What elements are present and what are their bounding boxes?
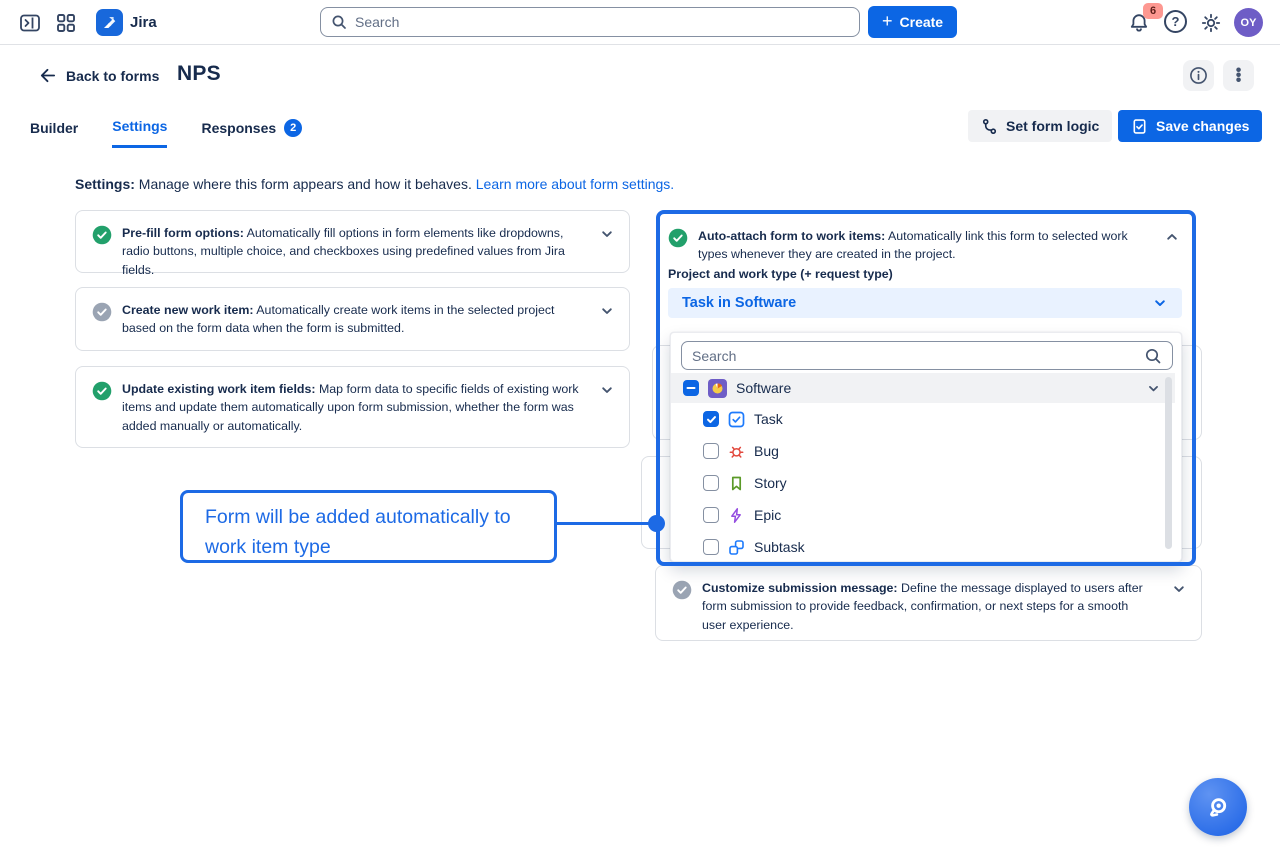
- enabled-check-icon: [668, 228, 688, 248]
- settings-intro: Settings: Manage where this form appears…: [75, 176, 674, 192]
- app-switcher-icon[interactable]: [55, 12, 77, 34]
- search-input[interactable]: [355, 14, 849, 30]
- update-fields-card: Update existing work item fields: Map fo…: [75, 366, 630, 448]
- annotation-callout: Form will be added automatically to work…: [180, 490, 557, 563]
- save-changes-button[interactable]: Save changes: [1118, 110, 1262, 142]
- more-options-button[interactable]: •••: [1223, 60, 1254, 91]
- notification-count-badge: 6: [1143, 3, 1163, 19]
- card-text: Customize submission message: Define the…: [702, 579, 1147, 627]
- worktype-row-story[interactable]: Story: [671, 467, 1175, 499]
- annotation-connector-dot: [648, 515, 665, 532]
- worktype-row-subtask[interactable]: Subtask: [671, 531, 1175, 563]
- worktype-label: Bug: [754, 443, 779, 459]
- chevron-down-icon[interactable]: [1146, 381, 1161, 396]
- project-worktype-label: Project and work type (+ request type): [668, 267, 893, 281]
- card-text: Create new work item: Automatically crea…: [122, 301, 589, 337]
- selected-value: Task in Software: [682, 295, 796, 311]
- tab-settings[interactable]: Settings: [112, 118, 167, 148]
- worktype-label: Task: [754, 411, 783, 427]
- gear-icon[interactable]: [1200, 12, 1222, 34]
- checkbox-unchecked[interactable]: [703, 507, 719, 523]
- project-avatar: [708, 379, 727, 398]
- customize-submission-card: Customize submission message: Define the…: [655, 565, 1202, 641]
- back-label: Back to forms: [66, 68, 159, 84]
- jira-logo[interactable]: [96, 9, 123, 36]
- checkbox-unchecked[interactable]: [703, 475, 719, 491]
- disabled-check-icon: [92, 302, 112, 322]
- back-to-forms-link[interactable]: Back to forms: [38, 66, 159, 85]
- branch-icon: [981, 118, 998, 135]
- help-icon[interactable]: ?: [1164, 10, 1187, 33]
- search-icon: [1144, 347, 1162, 365]
- epic-type-icon: [728, 507, 745, 524]
- rovo-chat-button[interactable]: [1189, 778, 1247, 836]
- dropdown-search[interactable]: [681, 341, 1173, 370]
- top-navigation-bar: Jira + Create 6 ? OY: [0, 0, 1280, 45]
- create-work-item-card: Create new work item: Automatically crea…: [75, 287, 630, 351]
- chevron-down-icon[interactable]: [599, 303, 615, 337]
- chevron-down-icon: [1152, 295, 1168, 311]
- annotation-connector-line: [557, 522, 656, 525]
- enabled-check-icon: [92, 225, 112, 245]
- info-button[interactable]: [1183, 60, 1214, 91]
- chevron-down-icon[interactable]: [599, 226, 615, 259]
- worktype-select[interactable]: Task in Software: [668, 288, 1182, 318]
- create-button[interactable]: + Create: [868, 6, 957, 38]
- dropdown-scrollbar[interactable]: [1165, 377, 1172, 549]
- save-document-icon: [1131, 118, 1148, 135]
- back-arrow-icon: [38, 66, 57, 85]
- search-icon: [331, 14, 347, 30]
- story-type-icon: [728, 475, 745, 492]
- project-name: Software: [736, 380, 791, 396]
- tab-builder[interactable]: Builder: [30, 118, 78, 148]
- card-text: Pre-fill form options: Automatically fil…: [122, 224, 589, 259]
- tab-responses[interactable]: Responses 2: [201, 118, 302, 148]
- learn-more-link[interactable]: Learn more about form settings.: [476, 176, 674, 192]
- chevron-up-icon[interactable]: [1164, 229, 1180, 264]
- plus-icon: +: [882, 12, 893, 30]
- global-search[interactable]: [320, 7, 860, 37]
- disabled-check-icon: [672, 580, 692, 600]
- card-text: Auto-attach form to work items: Automati…: [698, 227, 1150, 264]
- worktype-row-bug[interactable]: Bug: [671, 435, 1175, 467]
- task-type-icon: [728, 411, 745, 428]
- worktype-dropdown: Software Task Bug St: [670, 332, 1182, 562]
- prefill-options-card: Pre-fill form options: Automatically fil…: [75, 210, 630, 273]
- chevron-down-icon[interactable]: [1171, 581, 1187, 627]
- checkbox-unchecked[interactable]: [703, 443, 719, 459]
- enabled-check-icon: [92, 381, 112, 401]
- dropdown-search-input[interactable]: [692, 348, 1136, 364]
- vertical-dots-icon: •••: [1236, 68, 1242, 83]
- worktype-row-epic[interactable]: Epic: [671, 499, 1175, 531]
- worktype-label: Subtask: [754, 539, 805, 555]
- worktype-label: Story: [754, 475, 787, 491]
- subtask-type-icon: [728, 539, 745, 556]
- worktype-row-task[interactable]: Task: [671, 403, 1175, 435]
- checkbox-checked[interactable]: [703, 411, 719, 427]
- jira-form-settings-page: Jira + Create 6 ? OY Back to forms NPS: [0, 0, 1280, 860]
- set-form-logic-button[interactable]: Set form logic: [968, 110, 1112, 142]
- chevron-down-icon[interactable]: [599, 382, 615, 434]
- responses-count-badge: 2: [284, 119, 302, 137]
- checkbox-unchecked[interactable]: [703, 539, 719, 555]
- worktype-label: Epic: [754, 507, 781, 523]
- bug-type-icon: [728, 443, 745, 460]
- sidebar-toggle-icon[interactable]: [19, 12, 41, 34]
- app-name: Jira: [130, 14, 157, 31]
- form-tabs: Builder Settings Responses 2: [30, 118, 302, 148]
- chat-search-icon: [1205, 794, 1231, 820]
- avatar[interactable]: OY: [1234, 8, 1263, 37]
- project-row-software[interactable]: Software: [671, 373, 1175, 403]
- indeterminate-checkbox[interactable]: [683, 380, 699, 396]
- page-title: NPS: [177, 62, 221, 86]
- card-text: Update existing work item fields: Map fo…: [122, 380, 589, 434]
